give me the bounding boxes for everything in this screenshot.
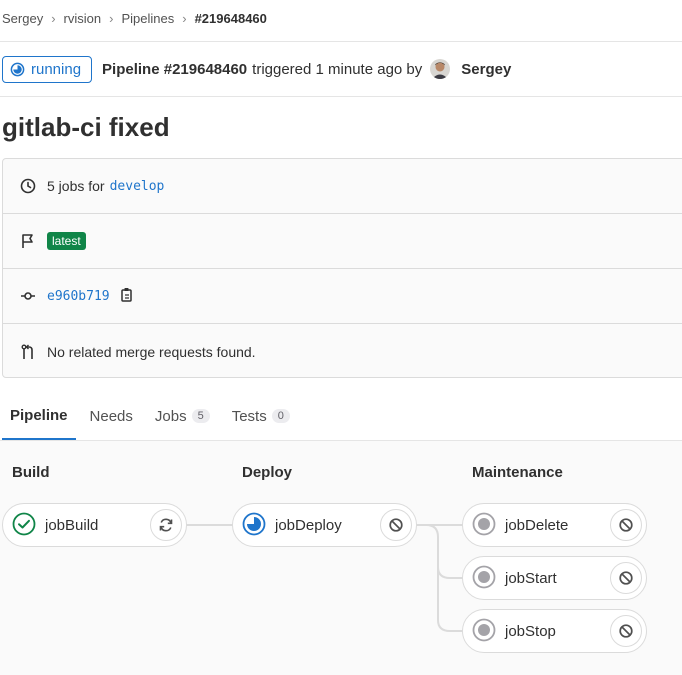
cancel-icon <box>619 518 633 532</box>
triggered-text: triggered 1 minute ago by <box>252 60 423 78</box>
created-icon <box>472 512 496 539</box>
jobs-count-badge: 5 <box>191 409 210 423</box>
breadcrumb-item-project[interactable]: rvision <box>64 11 102 26</box>
tags-row: latest <box>3 214 682 269</box>
merge-requests-row: No related merge requests found. <box>3 324 682 379</box>
merge-requests-text: No related merge requests found. <box>47 343 256 360</box>
divider <box>0 41 682 42</box>
job-name: jobDeploy <box>275 516 342 534</box>
page-title: gitlab-ci fixed <box>2 112 170 142</box>
job-name: jobBuild <box>45 516 99 534</box>
tab-label: Pipeline <box>10 406 68 424</box>
clock-icon <box>19 177 37 195</box>
commit-row: e960b719 <box>3 269 682 324</box>
breadcrumb-item-user[interactable]: Sergey <box>2 11 43 26</box>
stage-title-build: Build <box>12 464 50 481</box>
tab-label: Jobs <box>154 407 187 425</box>
commit-sha-link[interactable]: e960b719 <box>47 289 110 304</box>
stage-title-maintenance: Maintenance <box>472 464 563 481</box>
flag-icon <box>19 232 37 250</box>
pipeline-graph: Build Deploy Maintenance jobBuild jobDep… <box>0 441 682 675</box>
commit-icon <box>19 287 37 305</box>
tab-jobs[interactable]: Jobs 5 <box>147 392 218 440</box>
breadcrumb-item-pipeline-id[interactable]: #219648460 <box>195 11 267 26</box>
breadcrumb-item-pipelines[interactable]: Pipelines <box>121 11 174 26</box>
job-build[interactable]: jobBuild <box>2 503 187 547</box>
avatar[interactable] <box>430 59 451 79</box>
breadcrumb: Sergey › rvision › Pipelines › #21964846… <box>2 0 267 36</box>
running-icon <box>242 512 266 539</box>
pipeline-id: Pipeline #219648460 <box>102 60 248 78</box>
stage-title-deploy: Deploy <box>242 464 293 481</box>
tab-needs[interactable]: Needs <box>82 392 141 440</box>
job-name: jobDelete <box>505 516 569 534</box>
pipeline-info-panel: 5 jobs for develop latest e960b719 No re… <box>2 158 682 378</box>
cancel-button[interactable] <box>610 615 642 647</box>
retry-button[interactable] <box>150 509 182 541</box>
success-icon <box>12 512 36 539</box>
tab-tests[interactable]: Tests 0 <box>224 392 298 440</box>
created-icon <box>472 565 496 592</box>
tab-label: Tests <box>231 407 267 425</box>
job-name: jobStop <box>505 622 556 640</box>
status-badge[interactable]: running <box>2 55 93 83</box>
job-start[interactable]: jobStart <box>462 556 647 600</box>
job-delete[interactable]: jobDelete <box>462 503 647 547</box>
pipeline-tabs: Pipeline Needs Jobs 5 Tests 0 <box>2 392 304 440</box>
jobs-row: 5 jobs for develop <box>3 159 682 214</box>
running-icon <box>10 62 25 76</box>
job-deploy[interactable]: jobDeploy <box>232 503 417 547</box>
user-link[interactable]: Sergey <box>461 61 511 78</box>
chevron-right-icon: › <box>109 10 114 26</box>
merge-request-icon <box>19 343 37 361</box>
tests-count-badge: 0 <box>271 409 290 423</box>
tab-label: Needs <box>89 407 133 425</box>
branch-link[interactable]: develop <box>110 179 165 194</box>
divider <box>0 96 682 97</box>
cancel-button[interactable] <box>380 509 412 541</box>
chevron-right-icon: › <box>51 10 56 26</box>
cancel-icon <box>619 624 633 638</box>
copy-icon[interactable] <box>120 287 134 306</box>
status-badge-label: running <box>31 60 82 78</box>
pipeline-header: running Pipeline #219648460 triggered 1 … <box>2 55 511 83</box>
job-stop[interactable]: jobStop <box>462 609 647 653</box>
created-icon <box>472 618 496 645</box>
cancel-icon <box>389 518 403 532</box>
retry-icon <box>159 518 173 532</box>
jobs-count-text: 5 jobs for <box>47 178 105 194</box>
chevron-right-icon: › <box>182 10 187 26</box>
cancel-button[interactable] <box>610 509 642 541</box>
cancel-icon <box>619 571 633 585</box>
cancel-button[interactable] <box>610 562 642 594</box>
latest-badge: latest <box>47 232 86 250</box>
tab-pipeline[interactable]: Pipeline <box>2 392 76 440</box>
job-name: jobStart <box>505 569 557 587</box>
